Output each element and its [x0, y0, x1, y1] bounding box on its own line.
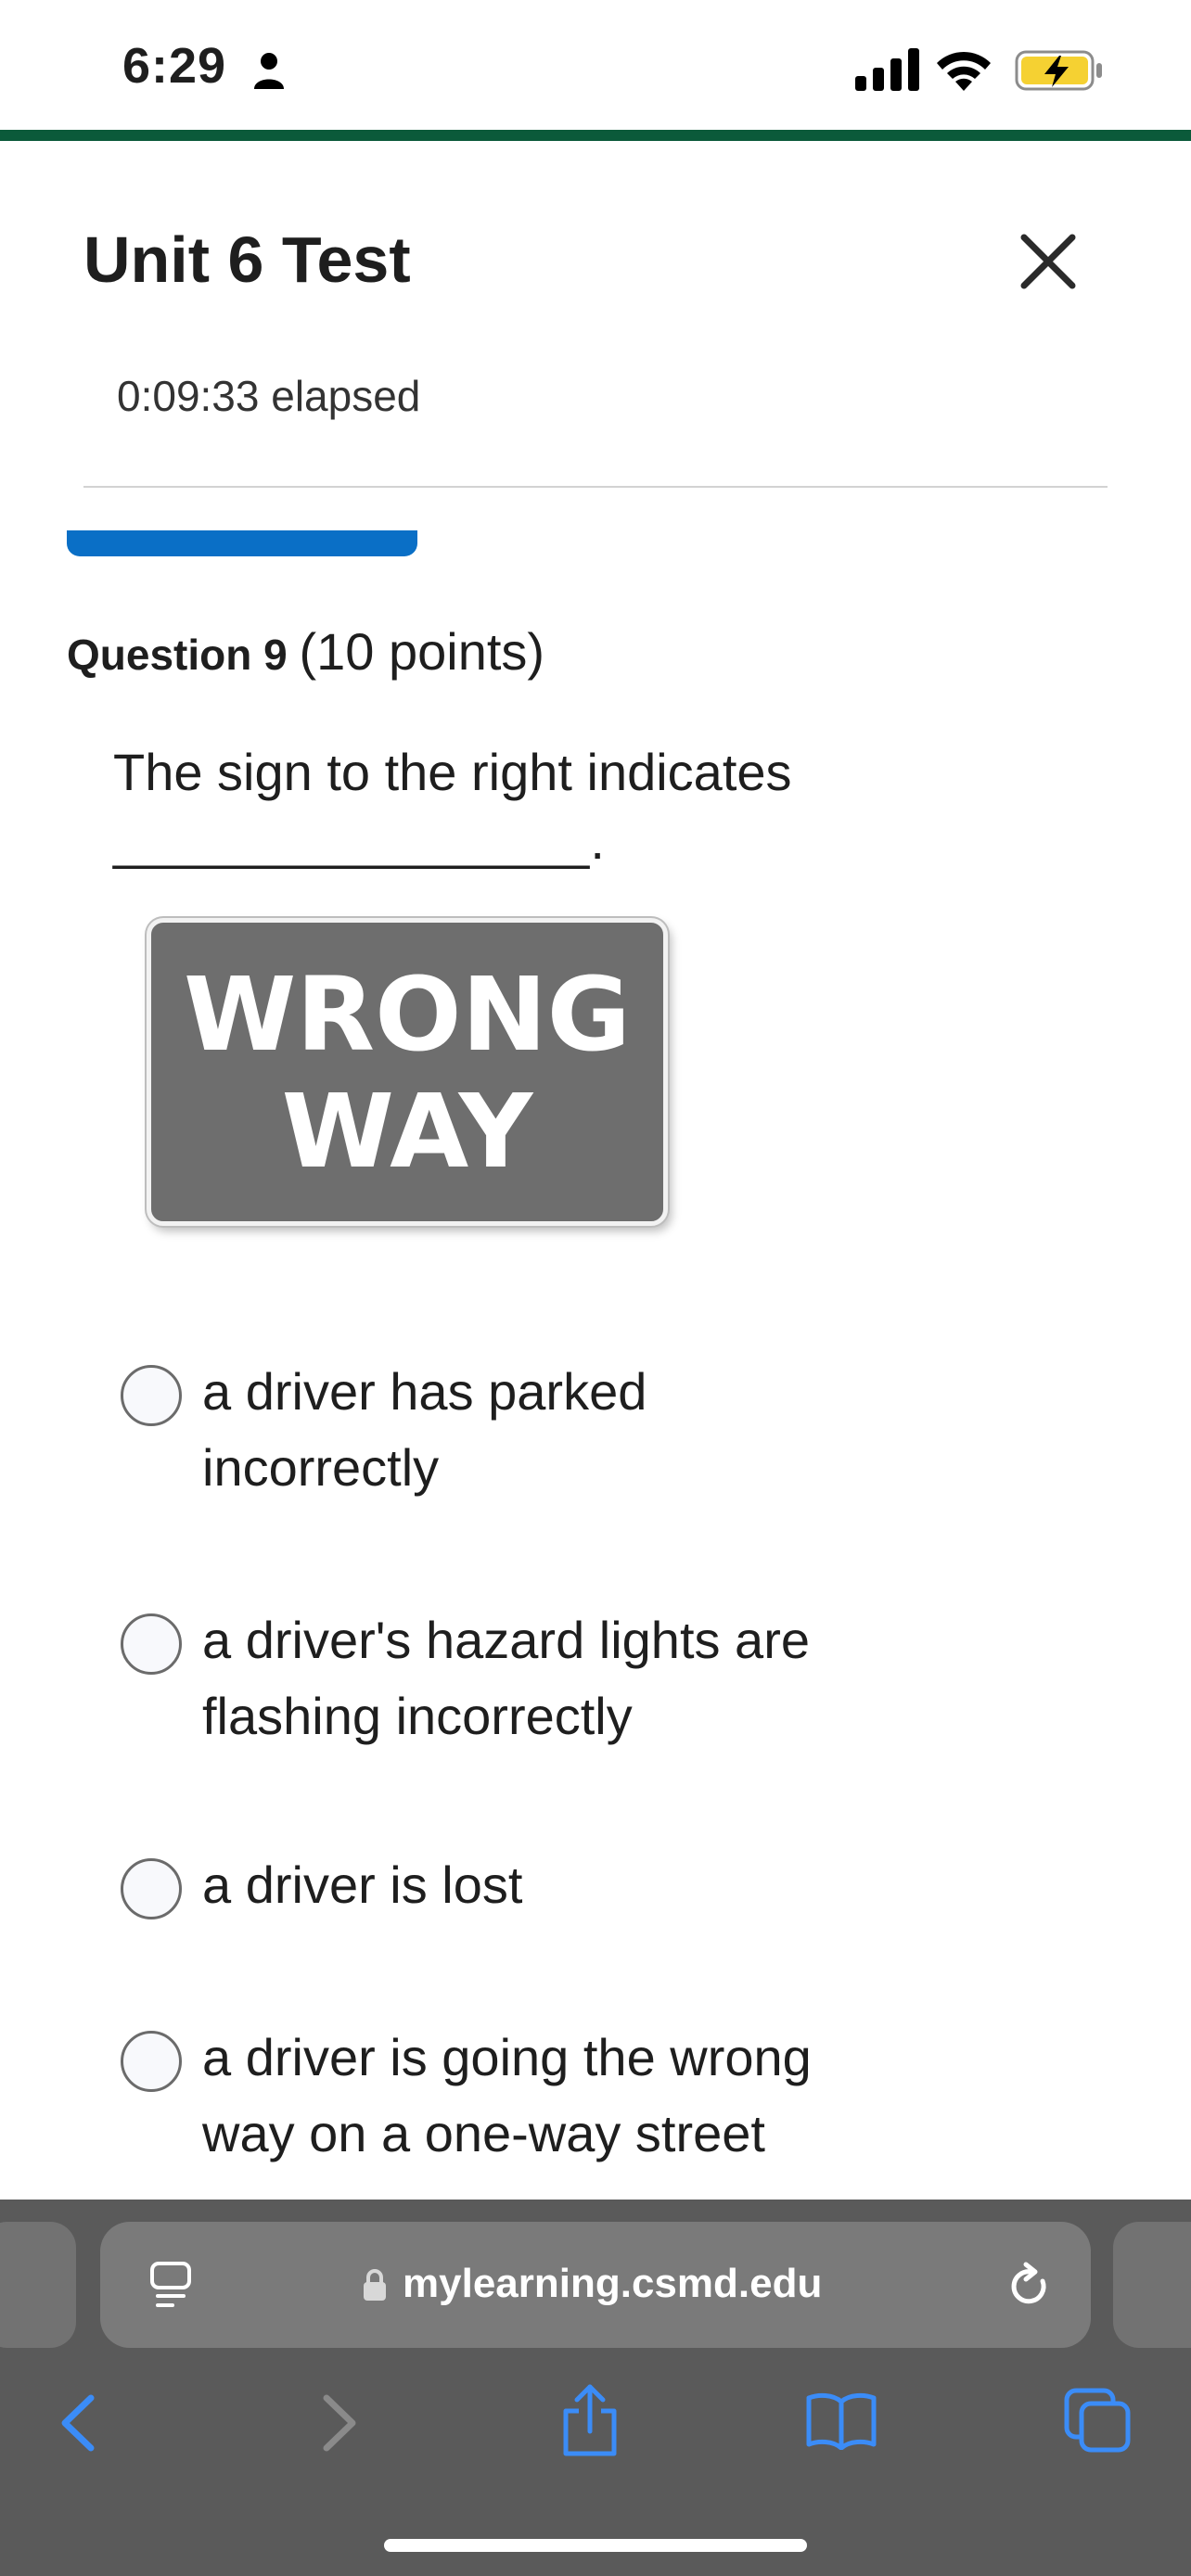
sign-text-line1: WRONG	[184, 955, 631, 1074]
question-points: (10 points)	[299, 622, 545, 681]
home-indicator[interactable]	[384, 2539, 807, 2552]
battery-charging-icon	[1015, 50, 1102, 91]
question-number: Question 9	[67, 631, 288, 679]
back-icon[interactable]	[58, 2392, 98, 2454]
question-prompt: The sign to the right indicates	[113, 743, 792, 801]
header-accent-bar	[0, 130, 1191, 141]
option-label: a driver's hazard lights are flashing in…	[202, 1611, 810, 1745]
forward-icon[interactable]	[319, 2392, 360, 2454]
sign-text-line2: WAY	[281, 1072, 533, 1191]
close-icon[interactable]	[1017, 230, 1080, 293]
person-icon	[254, 53, 284, 89]
url-text[interactable]: mylearning.csmd.edu	[403, 2261, 822, 2307]
radio-button[interactable]	[121, 1365, 182, 1426]
previous-tab-preview[interactable]	[0, 2222, 76, 2348]
reload-icon[interactable]	[1005, 2259, 1054, 2313]
page-title: Unit 6 Test	[83, 223, 411, 296]
answer-option-1[interactable]: a driver has parked incorrectly	[121, 1354, 1048, 1506]
option-label: a driver has parked incorrectly	[202, 1362, 647, 1497]
question-blank: ________________.	[113, 811, 606, 870]
bookmarks-icon[interactable]	[805, 2391, 877, 2450]
radio-button[interactable]	[121, 1613, 182, 1675]
lock-icon	[364, 2269, 386, 2301]
radio-button[interactable]	[121, 1858, 182, 1919]
option-label: a driver is lost	[202, 1855, 523, 1914]
next-tab-preview[interactable]	[1113, 2222, 1191, 2348]
answer-option-3[interactable]: a driver is lost	[121, 1847, 1048, 1923]
page-menu-icon[interactable]	[148, 2261, 193, 2311]
tabs-icon[interactable]	[1063, 2387, 1132, 2454]
signal-icon	[855, 48, 919, 91]
radio-button[interactable]	[121, 2031, 182, 2092]
status-time: 6:29	[122, 38, 227, 94]
elapsed-timer: 0:09:33 elapsed	[117, 372, 421, 420]
wrong-way-sign-image: WRONG WAY	[147, 918, 668, 1226]
progress-indicator	[67, 530, 417, 556]
share-icon[interactable]	[560, 2383, 620, 2457]
wifi-icon	[937, 51, 991, 91]
answer-option-4[interactable]: a driver is going the wrong way on a one…	[121, 2020, 1048, 2172]
option-label: a driver is going the wrong way on a one…	[202, 2028, 812, 2162]
answer-option-2[interactable]: a driver's hazard lights are flashing in…	[121, 1602, 1048, 1754]
question-heading: Question 9 (10 points)	[67, 621, 544, 682]
header-divider	[83, 486, 1108, 488]
